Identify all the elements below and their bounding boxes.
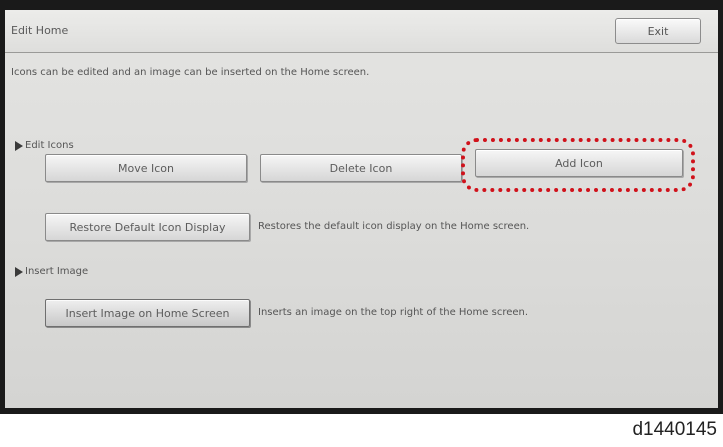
restore-default-description: Restores the default icon display on the…	[258, 221, 530, 232]
insert-image-section-label: Insert Image	[25, 266, 89, 277]
move-icon-button[interactable]: Move Icon	[45, 154, 247, 182]
page-description: Icons can be edited and an image can be …	[11, 67, 370, 78]
exit-button[interactable]: Exit	[615, 18, 701, 44]
restore-default-icon-display-button[interactable]: Restore Default Icon Display	[45, 213, 250, 241]
touch-screen: Edit Home Exit Icons can be edited and a…	[5, 10, 718, 408]
delete-icon-button[interactable]: Delete Icon	[260, 154, 462, 182]
add-icon-highlight-callout	[461, 138, 695, 192]
triangle-right-icon	[15, 140, 23, 151]
insert-image-description: Inserts an image on the top right of the…	[258, 307, 529, 318]
triangle-right-icon	[15, 266, 23, 277]
edit-icons-section-label: Edit Icons	[25, 140, 74, 151]
insert-image-on-home-screen-button[interactable]: Insert Image on Home Screen	[45, 299, 250, 327]
edit-icons-section-header: Edit Icons	[15, 140, 74, 151]
window-title: Edit Home	[11, 24, 69, 37]
insert-image-section-header: Insert Image	[15, 266, 88, 277]
figure-id-label: d1440145	[632, 419, 717, 440]
title-bar: Edit Home Exit	[5, 10, 718, 53]
device-bezel: Edit Home Exit Icons can be edited and a…	[0, 0, 723, 414]
